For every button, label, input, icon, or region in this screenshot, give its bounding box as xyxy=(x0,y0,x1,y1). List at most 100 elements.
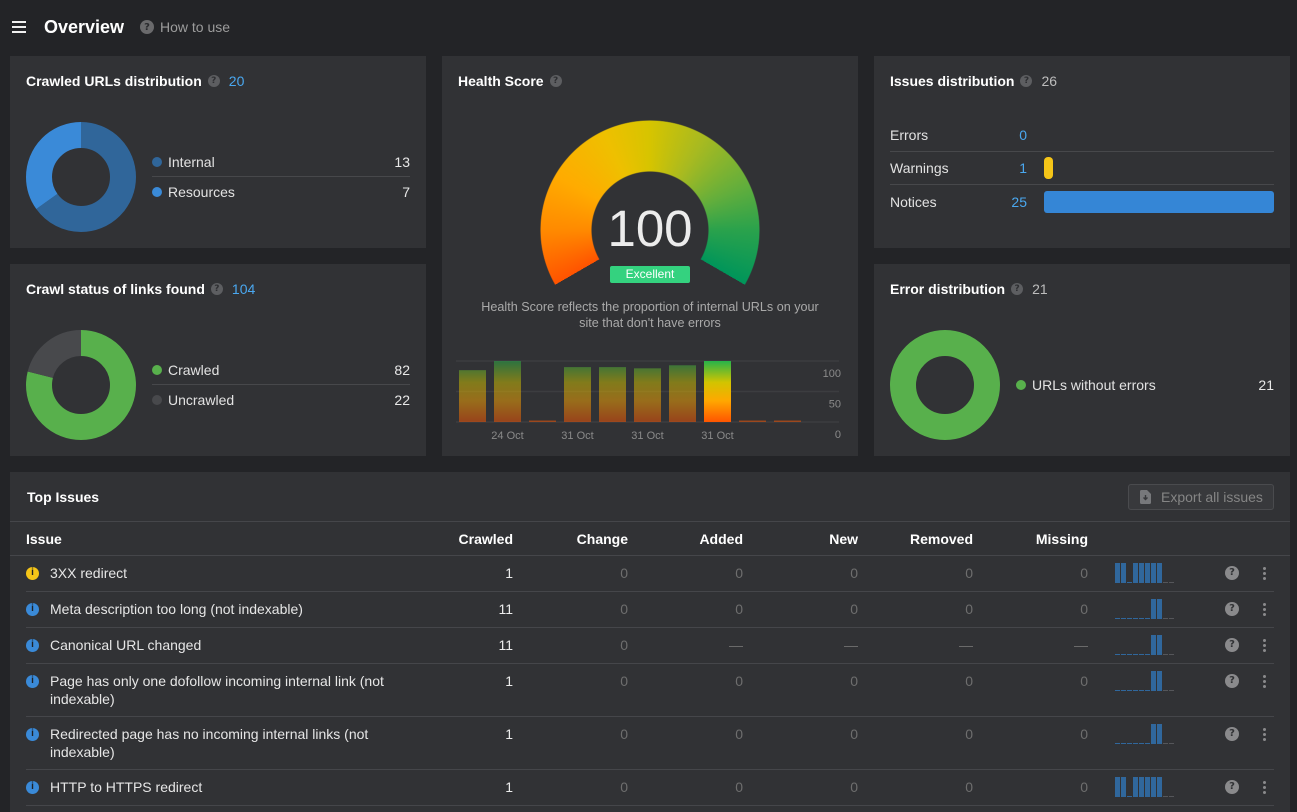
column-header-issue[interactable]: Issue xyxy=(26,531,408,547)
total-count[interactable]: 104 xyxy=(232,281,255,297)
legend-item-resources[interactable]: Resources 7 xyxy=(152,177,410,206)
added-value: 0 xyxy=(735,601,743,617)
column-header-removed[interactable]: Removed xyxy=(858,531,973,547)
help-icon[interactable] xyxy=(210,283,223,295)
sparkline-bar xyxy=(1151,563,1156,583)
sparkline-bar xyxy=(1151,671,1156,691)
health-history-bar[interactable] xyxy=(599,367,626,422)
help-icon[interactable] xyxy=(1225,566,1239,580)
help-icon[interactable] xyxy=(1011,283,1024,295)
issue-name-link[interactable]: HTTP to HTTPS redirect xyxy=(50,778,202,796)
legend-value[interactable]: 21 xyxy=(1258,377,1274,393)
health-history-bar[interactable] xyxy=(529,420,556,423)
column-header-missing[interactable]: Missing xyxy=(973,531,1088,547)
table-row[interactable]: Meta description too long (not indexable… xyxy=(26,592,1274,628)
total-count[interactable]: 20 xyxy=(229,73,245,89)
more-options-icon[interactable] xyxy=(1262,727,1266,741)
missing-value: 0 xyxy=(1080,779,1088,795)
more-options-icon[interactable] xyxy=(1262,674,1266,688)
crawled-value[interactable]: 11 xyxy=(408,636,513,654)
how-to-use-link[interactable]: How to use xyxy=(140,18,230,36)
legend-value[interactable]: 82 xyxy=(394,362,410,378)
sparkline-bar xyxy=(1157,671,1162,691)
legend-label: URLs without errors xyxy=(1032,376,1156,393)
more-options-icon[interactable] xyxy=(1262,638,1266,652)
sparkline-bar xyxy=(1145,654,1150,655)
column-header-added[interactable]: Added xyxy=(628,531,743,547)
donut-slice-urls-without-errors[interactable] xyxy=(890,330,1000,440)
health-history-bar[interactable] xyxy=(564,367,591,422)
more-options-icon[interactable] xyxy=(1262,566,1266,580)
sparkline-bar xyxy=(1139,618,1144,619)
help-icon[interactable] xyxy=(1225,602,1239,616)
health-rating-badge: Excellent xyxy=(610,266,690,283)
sparkline-bar xyxy=(1163,582,1168,583)
new-value: 0 xyxy=(850,779,858,795)
table-row[interactable]: 3XX redirect 1 0 0 0 0 0 xyxy=(26,556,1274,592)
column-header-change[interactable]: Change xyxy=(513,531,628,547)
issue-type-warnings[interactable]: Warnings 1 xyxy=(890,152,1274,185)
bar-track xyxy=(1044,190,1274,213)
y-tick-label: 0 xyxy=(835,429,841,441)
more-options-icon[interactable] xyxy=(1262,602,1266,616)
health-history-bar[interactable] xyxy=(774,420,801,423)
legend-item-internal[interactable]: Internal 13 xyxy=(152,148,410,177)
help-icon[interactable] xyxy=(1225,780,1239,794)
hamburger-menu-icon[interactable] xyxy=(12,20,26,34)
issue-type-count[interactable]: 1 xyxy=(990,160,1027,176)
help-icon[interactable] xyxy=(1225,638,1239,652)
legend-value[interactable]: 13 xyxy=(394,154,410,170)
column-header-crawled[interactable]: Crawled xyxy=(408,531,513,547)
crawled-value[interactable]: 1 xyxy=(408,725,513,743)
legend-item-urls-without-errors[interactable]: URLs without errors 21 xyxy=(1016,370,1274,399)
more-options-icon[interactable] xyxy=(1262,780,1266,794)
table-row[interactable]: Canonical URL changed 11 0 — — — — xyxy=(26,628,1274,664)
legend-value[interactable]: 22 xyxy=(394,392,410,408)
health-history-bar[interactable] xyxy=(634,368,661,422)
sparkline-bar xyxy=(1169,654,1174,655)
legend-value[interactable]: 7 xyxy=(402,184,410,200)
sparkline-bar xyxy=(1139,743,1144,744)
sparkline-bar xyxy=(1169,582,1174,583)
sparkline-bar xyxy=(1115,654,1120,655)
sparkline-bar xyxy=(1139,563,1144,583)
issue-type-errors[interactable]: Errors 0 xyxy=(890,119,1274,152)
health-history-bar[interactable] xyxy=(494,361,521,422)
crawled-value[interactable]: 1 xyxy=(408,564,513,582)
panel-title: Health Score xyxy=(458,73,544,89)
crawled-value[interactable]: 1 xyxy=(408,672,513,690)
sparkline-bar xyxy=(1139,690,1144,691)
table-row[interactable]: Page has only one dofollow incoming inte… xyxy=(26,664,1274,717)
column-header-new[interactable]: New xyxy=(743,531,858,547)
sparkline-bar xyxy=(1127,582,1132,583)
health-history-bar[interactable] xyxy=(704,361,731,422)
crawled-value[interactable]: 11 xyxy=(408,600,513,618)
issue-type-notices[interactable]: Notices 25 xyxy=(890,185,1274,218)
table-row[interactable]: HTTP to HTTPS redirect 1 0 0 0 0 0 xyxy=(26,770,1274,806)
help-icon[interactable] xyxy=(1225,727,1239,741)
sparkline-bar xyxy=(1157,724,1162,744)
table-row[interactable]: Redirected page has no incoming internal… xyxy=(26,717,1274,770)
export-all-issues-button[interactable]: Export all issues xyxy=(1128,484,1274,510)
legend-dot xyxy=(152,186,162,197)
x-tick-label: 31 Oct xyxy=(561,430,593,442)
help-icon[interactable] xyxy=(549,75,562,87)
issue-type-count[interactable]: 25 xyxy=(990,194,1027,210)
help-icon[interactable] xyxy=(1020,75,1033,87)
health-history-bar[interactable] xyxy=(669,365,696,422)
help-icon[interactable] xyxy=(207,75,220,87)
health-history-bar[interactable] xyxy=(459,370,486,422)
legend-item-crawled[interactable]: Crawled 82 xyxy=(152,356,410,385)
issue-name-link[interactable]: Meta description too long (not indexable… xyxy=(50,600,303,618)
issue-name-link[interactable]: Canonical URL changed xyxy=(50,636,201,654)
legend-item-uncrawled[interactable]: Uncrawled 22 xyxy=(152,385,410,414)
issue-name-link[interactable]: 3XX redirect xyxy=(50,564,127,582)
crawled-value[interactable]: 1 xyxy=(408,778,513,796)
issue-type-count[interactable]: 0 xyxy=(990,127,1027,143)
health-history-bar[interactable] xyxy=(739,420,766,423)
sparkline-bar xyxy=(1139,654,1144,655)
panel-header: Issues distribution 26 xyxy=(890,72,1057,90)
help-icon[interactable] xyxy=(1225,674,1239,688)
issue-name-link[interactable]: Redirected page has no incoming internal… xyxy=(50,725,408,761)
issue-name-link[interactable]: Page has only one dofollow incoming inte… xyxy=(50,672,408,708)
